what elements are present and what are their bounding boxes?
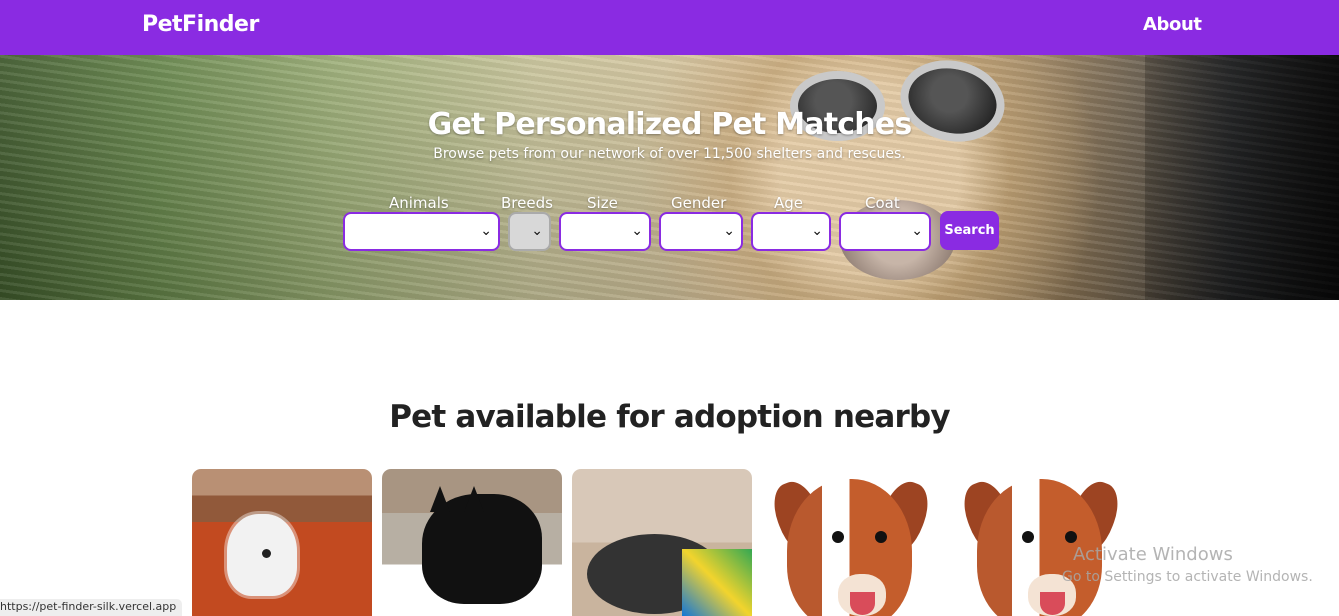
hero-banner: Get Personalized Pet Matches Browse pets… [0, 55, 1339, 300]
windows-activation-subtitle: Go to Settings to activate Windows. [1062, 569, 1313, 585]
pet-card-cat[interactable] [382, 469, 562, 616]
search-button[interactable]: Search [940, 211, 999, 250]
puppy-eye-left [832, 531, 844, 543]
pet-card-puppy-1[interactable] [762, 469, 942, 616]
pet-card-rabbit[interactable] [192, 469, 372, 616]
puppy-eye-right [875, 531, 887, 543]
puppy-tongue [850, 592, 875, 615]
animals-select[interactable]: ⌄ [343, 212, 500, 251]
puppy-tongue [1040, 592, 1065, 615]
age-filter-label: Age [774, 194, 804, 212]
gender-filter-label: Gender [671, 194, 727, 212]
breeds-filter-label: Breeds [501, 194, 553, 212]
size-filter-label: Size [587, 194, 618, 212]
size-select[interactable]: ⌄ [559, 212, 651, 251]
chevron-down-icon: ⌄ [911, 223, 923, 239]
breeds-select[interactable]: ⌄ [508, 212, 551, 251]
chevron-down-icon: ⌄ [631, 223, 643, 239]
hero-subtitle: Browse pets from our network of over 11,… [433, 146, 906, 162]
coat-filter-label: Coat [865, 194, 900, 212]
site-logo[interactable]: PetFinder [142, 12, 259, 37]
pet-card-dog[interactable] [572, 469, 752, 616]
chevron-down-icon: ⌄ [531, 223, 543, 239]
top-navbar: PetFinder About [0, 0, 1339, 55]
about-link[interactable]: About [1143, 14, 1202, 35]
cat-image [422, 486, 542, 604]
colorful-blanket [682, 549, 752, 616]
pet-card-puppy-2[interactable] [952, 469, 1132, 616]
windows-activation-title: Activate Windows [1073, 544, 1233, 565]
gender-select[interactable]: ⌄ [659, 212, 743, 251]
puppy-eye-right [1065, 531, 1077, 543]
chevron-down-icon: ⌄ [811, 223, 823, 239]
car-interior-shadow [1145, 55, 1339, 300]
hero-title: Get Personalized Pet Matches [427, 107, 913, 142]
coat-select[interactable]: ⌄ [839, 212, 931, 251]
animals-filter-label: Animals [389, 194, 449, 212]
adoption-section-title: Pet available for adoption nearby [389, 399, 950, 435]
browser-status-url: https://pet-finder-silk.vercel.app [0, 599, 183, 616]
puppy-eye-left [1022, 531, 1034, 543]
chevron-down-icon: ⌄ [723, 223, 735, 239]
hero-background-image [0, 55, 1339, 300]
age-select[interactable]: ⌄ [751, 212, 831, 251]
rabbit-image [227, 514, 297, 596]
chevron-down-icon: ⌄ [480, 223, 492, 239]
